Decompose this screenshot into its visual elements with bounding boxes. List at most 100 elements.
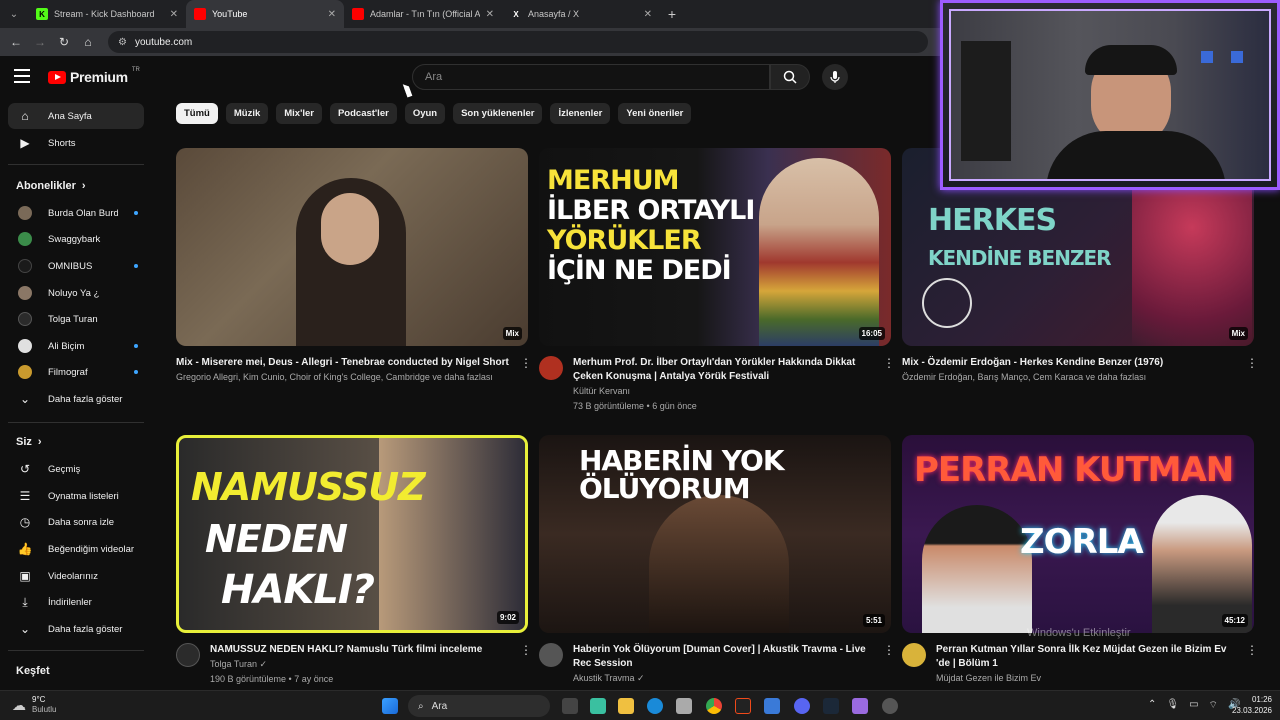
close-icon[interactable]: ✕ xyxy=(486,9,494,20)
tab-search-button[interactable]: ⌄ xyxy=(0,0,28,28)
address-bar[interactable]: ⚙ youtube.com xyxy=(108,31,928,53)
more-options-icon[interactable]: ⋮ xyxy=(883,356,895,370)
close-icon[interactable]: ✕ xyxy=(644,9,652,20)
taskbar-search[interactable]: ⌕ Ara xyxy=(408,695,550,717)
sidebar-item-subscription[interactable]: Burda Olan Burd... xyxy=(8,200,144,226)
sidebar-item-playlists[interactable]: ☰ Oynatma listeleri xyxy=(8,483,144,509)
more-options-icon[interactable]: ⋮ xyxy=(1246,643,1258,657)
youtube-logo[interactable]: Premium TR xyxy=(48,67,140,85)
sidebar-item-your-videos[interactable]: ▣ Videolarınız xyxy=(8,563,144,589)
steam-icon[interactable] xyxy=(823,698,839,714)
chip-podcasts[interactable]: Podcast'ler xyxy=(329,103,397,124)
sidebar-item-subscription[interactable]: Ali Biçim xyxy=(8,333,144,359)
sidebar-item-subscription[interactable]: Noluyo Ya ¿ xyxy=(8,280,144,306)
windows-start-icon[interactable] xyxy=(382,698,398,714)
close-icon[interactable]: ✕ xyxy=(170,9,178,20)
video-title[interactable]: Mix - Özdemir Erdoğan - Herkes Kendine B… xyxy=(902,356,1240,370)
site-info-icon[interactable]: ⚙ xyxy=(118,37,127,48)
you-heading[interactable]: Siz › xyxy=(16,436,42,448)
tab-kick[interactable]: K Stream - Kick Dashboard ✕ xyxy=(28,0,186,28)
tab-x[interactable]: X Anasayfa / X ✕ xyxy=(502,0,660,28)
close-icon[interactable]: ✕ xyxy=(328,9,336,20)
more-options-icon[interactable]: ⋮ xyxy=(520,356,532,370)
sidebar-item-subscription[interactable]: OMNIBUS xyxy=(8,253,144,279)
channel-avatar[interactable] xyxy=(176,643,200,667)
video-card[interactable]: Mix Mix - Miserere mei, Deus - Allegri -… xyxy=(176,148,532,385)
copilot-icon[interactable] xyxy=(590,698,606,714)
channel-name[interactable]: Kültür Kervanı xyxy=(573,384,877,399)
reload-icon[interactable]: ↻ xyxy=(54,32,74,52)
video-thumbnail[interactable]: HABERİN YOK ÖLÜYORUM 5:51 xyxy=(539,435,891,633)
search-input[interactable]: Ara xyxy=(412,64,770,90)
video-card[interactable]: HABERİN YOK ÖLÜYORUM 5:51 Haberin Yok Öl… xyxy=(539,435,895,686)
display-icon[interactable]: ▭ xyxy=(1189,699,1198,712)
channel-name[interactable]: Müjdat Gezen ile Bizim Ev xyxy=(936,671,1240,686)
video-thumbnail[interactable]: MERHUM İLBER ORTAYLI YÖRÜKLER İÇİN NE DE… xyxy=(539,148,891,346)
more-options-icon[interactable]: ⋮ xyxy=(883,643,895,657)
video-thumbnail[interactable]: PERRAN KUTMAN ZORLA 45:12 xyxy=(902,435,1254,633)
app-icon[interactable] xyxy=(735,698,751,714)
app-icon[interactable] xyxy=(764,698,780,714)
video-title[interactable]: Perran Kutman Yıllar Sonra İlk Kez Müjda… xyxy=(936,643,1240,671)
video-card[interactable]: MERHUM İLBER ORTAYLI YÖRÜKLER İÇİN NE DE… xyxy=(539,148,895,414)
app-icon[interactable] xyxy=(852,698,868,714)
show-more-you[interactable]: ⌄ Daha fazla göster xyxy=(8,616,144,642)
more-options-icon[interactable]: ⋮ xyxy=(1246,356,1258,370)
chrome-icon[interactable] xyxy=(706,698,722,714)
video-title[interactable]: NAMUSSUZ NEDEN HAKLI? Namuslu Türk filmi… xyxy=(210,643,514,657)
forward-icon[interactable]: → xyxy=(30,32,50,52)
search-button[interactable] xyxy=(770,64,810,90)
sidebar-item-downloads[interactable]: ⤓ İndirilenler xyxy=(8,589,144,615)
sidebar-item-subscription[interactable]: Swaggybark xyxy=(8,226,144,252)
chip-mixes[interactable]: Mix'ler xyxy=(276,103,322,124)
home-icon[interactable]: ⌂ xyxy=(78,32,98,52)
edge-icon[interactable] xyxy=(647,698,663,714)
new-tab-button[interactable]: + xyxy=(660,0,684,28)
sidebar-item-liked-videos[interactable]: 👍 Beğendiğim videolar xyxy=(8,536,144,562)
store-icon[interactable] xyxy=(676,698,692,714)
chip-new-to-you[interactable]: Yeni öneriler xyxy=(618,103,692,124)
more-options-icon[interactable]: ⋮ xyxy=(520,643,532,657)
channel-name[interactable]: Akustik Travma ✓ xyxy=(573,671,877,686)
sidebar-item-subscription[interactable]: Filmograf xyxy=(8,359,144,385)
video-card[interactable]: NAMUSSUZ NEDEN HAKLI? 9:02 NAMUSSUZ NEDE… xyxy=(176,435,532,687)
sidebar-item-shorts[interactable]: ▶ Shorts xyxy=(8,130,144,156)
subscription-name: Burda Olan Burd... xyxy=(48,207,118,219)
tab-adamlar[interactable]: Adamlar - Tın Tın (Official Audi ✕ xyxy=(344,0,502,28)
chevron-up-icon[interactable]: ⌃ xyxy=(1148,699,1156,712)
chip-gaming[interactable]: Oyun xyxy=(404,103,446,124)
obs-icon[interactable] xyxy=(882,698,898,714)
discord-icon[interactable] xyxy=(794,698,810,714)
voice-search-button[interactable] xyxy=(822,64,848,90)
channel-avatar[interactable] xyxy=(539,356,563,380)
video-card[interactable]: PERRAN KUTMAN ZORLA 45:12 Perran Kutman … xyxy=(902,435,1258,686)
clock[interactable]: 01:26 23.03.2026 xyxy=(1232,694,1272,716)
sidebar-item-subscription[interactable]: Tolga Turan xyxy=(8,306,144,332)
video-title[interactable]: Haberin Yok Ölüyorum [Duman Cover] | Aku… xyxy=(573,643,877,671)
menu-icon[interactable] xyxy=(14,69,30,83)
video-title[interactable]: Mix - Miserere mei, Deus - Allegri - Ten… xyxy=(176,356,514,370)
sidebar-item-history[interactable]: ↺ Geçmiş xyxy=(8,456,144,482)
video-thumbnail[interactable]: Mix xyxy=(176,148,528,346)
channel-avatar[interactable] xyxy=(539,643,563,667)
channel-name[interactable]: Tolga Turan ✓ xyxy=(210,657,514,672)
subscriptions-heading[interactable]: Abonelikler › xyxy=(16,180,86,192)
chip-watched[interactable]: İzlenenler xyxy=(550,103,611,124)
chip-all[interactable]: Tümü xyxy=(176,103,218,124)
back-icon[interactable]: ← xyxy=(6,32,26,52)
history-icon: ↺ xyxy=(19,462,31,476)
video-thumbnail[interactable]: NAMUSSUZ NEDEN HAKLI? 9:02 xyxy=(176,435,528,633)
task-view-icon[interactable] xyxy=(562,698,578,714)
weather-widget[interactable]: ☁ 9°C Bulutlu xyxy=(12,695,56,715)
channel-avatar[interactable] xyxy=(902,643,926,667)
chip-music[interactable]: Müzik xyxy=(225,103,269,124)
sidebar-item-watch-later[interactable]: ◷ Daha sonra izle xyxy=(8,509,144,535)
video-title[interactable]: Merhum Prof. Dr. İlber Ortaylı'dan Yörük… xyxy=(573,356,877,384)
tab-youtube[interactable]: YouTube ✕ xyxy=(186,0,344,28)
file-explorer-icon[interactable] xyxy=(618,698,634,714)
chip-recently-uploaded[interactable]: Son yüklenenler xyxy=(453,103,543,124)
sidebar-item-home[interactable]: ⌂ Ana Sayfa xyxy=(8,103,144,129)
wifi-icon[interactable]: ⌔ xyxy=(1209,699,1218,712)
show-more-subscriptions[interactable]: ⌄ Daha fazla göster xyxy=(8,386,144,412)
microphone-icon[interactable]: 🎙 xyxy=(1166,699,1179,712)
